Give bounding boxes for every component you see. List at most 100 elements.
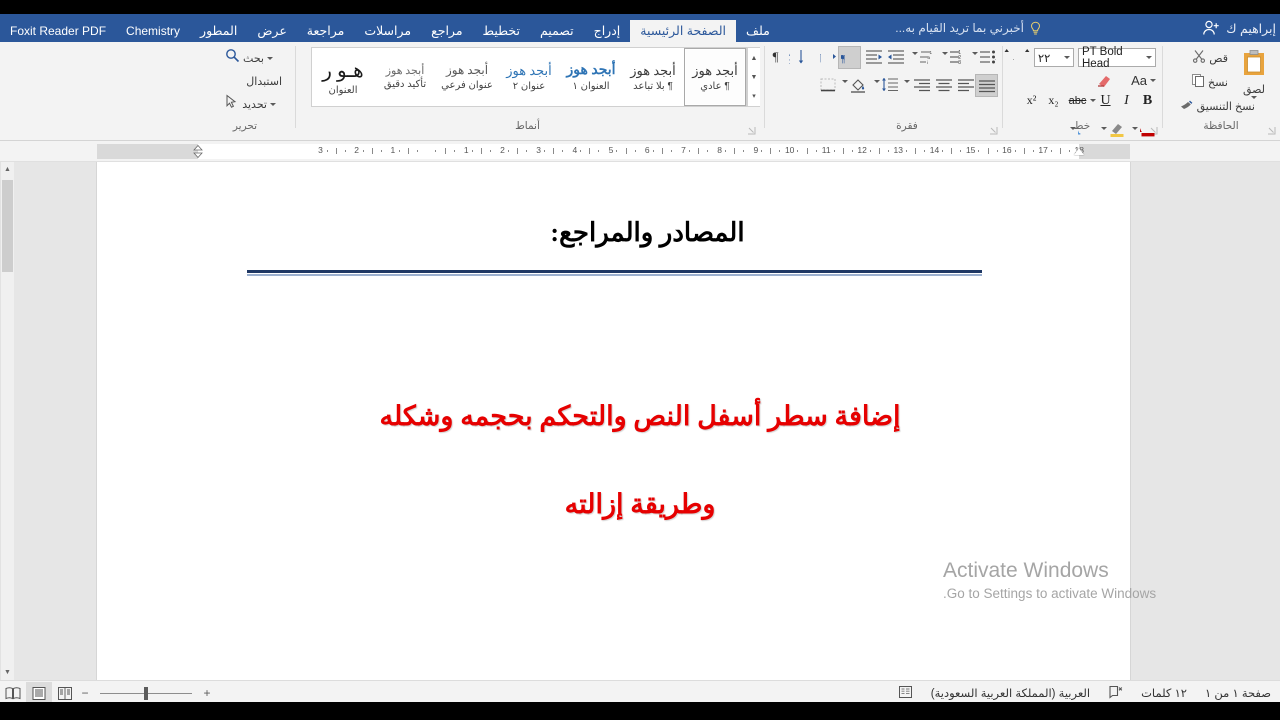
ribbon-tab-7[interactable]: مراجعة bbox=[297, 20, 355, 42]
sort-button[interactable]: AZ bbox=[787, 46, 808, 67]
ribbon-tab-2[interactable]: إدراج bbox=[584, 20, 631, 42]
accessibility-check-icon[interactable] bbox=[889, 685, 922, 702]
chevron-down-icon[interactable] bbox=[1090, 99, 1096, 102]
ltr-text-direction-button[interactable]: ¶ bbox=[818, 46, 839, 67]
find-button[interactable]: بحث bbox=[225, 48, 273, 68]
bold-button[interactable]: B bbox=[1137, 90, 1158, 111]
underline-button[interactable]: U bbox=[1095, 90, 1116, 111]
zoom-in-button[interactable]: + bbox=[200, 686, 214, 700]
styles-gallery-scroll[interactable]: ▲ ▼ ▾ bbox=[747, 47, 760, 107]
ribbon-tab-3[interactable]: تصميم bbox=[530, 20, 584, 42]
language-status[interactable]: العربية (المملكة العربية السعودية) bbox=[922, 686, 1099, 700]
ribbon-tab-6[interactable]: مراسلات bbox=[354, 20, 421, 42]
ribbon-tab-11[interactable]: Foxit Reader PDF bbox=[0, 20, 116, 42]
italic-button[interactable]: I bbox=[1116, 90, 1137, 111]
replace-button[interactable]: استبدال abac bbox=[219, 71, 282, 91]
text-effects-button[interactable]: A bbox=[1076, 118, 1097, 139]
first-line-indent-marker[interactable] bbox=[1074, 148, 1084, 155]
font-color-button[interactable]: A bbox=[1137, 118, 1158, 139]
zoom-slider-thumb[interactable] bbox=[144, 686, 148, 700]
show-formatting-marks-button[interactable]: ¶ bbox=[765, 46, 786, 67]
font-name-combo[interactable]: PT Bold Head bbox=[1078, 46, 1156, 70]
view-print-layout-button[interactable] bbox=[26, 682, 52, 702]
numbering-button[interactable]: 123 bbox=[947, 46, 968, 67]
ribbon-tab-0[interactable]: ملف bbox=[736, 20, 780, 42]
ribbon-tab-9[interactable]: المطور bbox=[190, 20, 247, 42]
chevron-down-icon[interactable] bbox=[912, 52, 918, 55]
styles-scroll-down[interactable]: ▼ bbox=[749, 69, 760, 85]
paragraph-dialog-launcher[interactable] bbox=[989, 122, 998, 135]
styles-dialog-launcher[interactable] bbox=[747, 122, 756, 135]
person-add-icon[interactable] bbox=[1202, 19, 1220, 37]
change-case-button[interactable]: Aa bbox=[1131, 73, 1156, 88]
account-area[interactable]: إبراهيم ك bbox=[1202, 14, 1276, 42]
page-number-status[interactable]: صفحة ١ من ١ bbox=[1196, 686, 1280, 700]
chevron-down-icon[interactable] bbox=[904, 80, 910, 83]
align-right-button[interactable] bbox=[911, 74, 932, 95]
zoom-out-button[interactable]: − bbox=[78, 686, 92, 700]
chevron-down-icon[interactable] bbox=[1132, 127, 1138, 130]
ribbon-tab-1[interactable]: الصفحة الرئيسية bbox=[630, 20, 736, 42]
style-item-6[interactable]: هـو ر العنوان bbox=[312, 48, 374, 106]
justify-button[interactable] bbox=[975, 74, 998, 97]
chevron-down-icon[interactable] bbox=[1070, 127, 1076, 130]
proofing-errors-icon[interactable] bbox=[1099, 685, 1132, 702]
font-size-combo[interactable]: ٢٢ bbox=[1034, 48, 1074, 67]
multilevel-list-button[interactable]: 1ai bbox=[917, 46, 938, 67]
ribbon-tab-4[interactable]: تخطيط bbox=[473, 20, 530, 42]
clipboard-dialog-launcher[interactable] bbox=[1267, 122, 1276, 135]
align-left-button[interactable] bbox=[955, 74, 976, 95]
ribbon-tab-10[interactable]: Chemistry bbox=[116, 20, 190, 42]
chevron-down-icon[interactable] bbox=[1150, 79, 1156, 82]
decrease-indent-button[interactable] bbox=[885, 46, 906, 67]
style-item-3[interactable]: أبجد هوز عنوان ٢ bbox=[498, 48, 560, 106]
horizontal-ruler[interactable]: 18 17 16 15 14 13 12 11 10 9 8 7 6 5 4 3 2 1 1 2 3 bbox=[97, 144, 1130, 159]
style-item-1[interactable]: أبجد هوز ¶ بلا تباعد bbox=[622, 48, 684, 106]
ribbon-tab-8[interactable]: عرض bbox=[247, 20, 296, 42]
format-painter-button[interactable]: نسخ التنسيق bbox=[1179, 97, 1255, 116]
borders-button[interactable] bbox=[817, 74, 838, 95]
chevron-down-icon[interactable] bbox=[1146, 56, 1152, 59]
shading-button[interactable] bbox=[847, 74, 868, 95]
chevron-down-icon[interactable] bbox=[1064, 56, 1070, 59]
scroll-up-button[interactable]: ▲ bbox=[1, 162, 14, 177]
bullets-button[interactable] bbox=[977, 46, 998, 67]
chevron-down-icon[interactable] bbox=[267, 56, 273, 60]
left-indent-marker[interactable] bbox=[193, 144, 203, 159]
style-item-0[interactable]: أبجد هوز ¶ عادي bbox=[684, 48, 746, 106]
chevron-down-icon[interactable] bbox=[874, 80, 880, 83]
tell-me-search[interactable]: أخبرني بما تريد القيام به... bbox=[895, 14, 1042, 42]
view-read-mode-button[interactable] bbox=[0, 682, 26, 702]
style-item-2[interactable]: أبجد هوز العنوان ١ bbox=[560, 48, 622, 106]
align-center-button[interactable] bbox=[933, 74, 954, 95]
scroll-down-button[interactable]: ▼ bbox=[1, 665, 14, 680]
chevron-down-icon[interactable] bbox=[972, 52, 978, 55]
paste-button[interactable]: لصق bbox=[1234, 48, 1274, 99]
select-button[interactable]: تحديد bbox=[225, 94, 276, 114]
chevron-down-icon[interactable] bbox=[270, 102, 276, 106]
vertical-scrollbar[interactable]: ▲ ▼ bbox=[0, 162, 14, 680]
copy-button[interactable]: نسخ bbox=[1191, 73, 1228, 92]
chevron-down-icon[interactable] bbox=[1101, 127, 1107, 130]
line-spacing-button[interactable] bbox=[879, 74, 900, 95]
word-count-status[interactable]: ١٢ كلمات bbox=[1132, 686, 1196, 700]
highlight-button[interactable] bbox=[1107, 118, 1128, 139]
rtl-text-direction-button[interactable]: ¶ bbox=[838, 46, 861, 69]
strikethrough-button[interactable]: abc bbox=[1067, 90, 1088, 111]
styles-gallery[interactable]: أبجد هوز ¶ عادي أبجد هوز ¶ بلا تباعد أبجد هو… bbox=[311, 47, 747, 107]
style-item-5[interactable]: أبجد هوز تأكيد دقيق bbox=[374, 48, 436, 106]
chevron-down-icon[interactable] bbox=[942, 52, 948, 55]
chevron-down-icon[interactable] bbox=[842, 80, 848, 83]
scrollbar-thumb[interactable] bbox=[2, 180, 13, 272]
ribbon-tab-5[interactable]: مراجع bbox=[421, 20, 472, 42]
style-item-4[interactable]: أبجد هوز عنوان فرعي bbox=[436, 48, 498, 106]
cut-button[interactable]: قص bbox=[1192, 49, 1228, 68]
styles-more-button[interactable]: ▾ bbox=[749, 88, 760, 104]
superscript-button[interactable]: x² bbox=[1021, 90, 1042, 111]
view-web-layout-button[interactable] bbox=[52, 682, 78, 702]
zoom-slider[interactable] bbox=[92, 682, 200, 702]
styles-scroll-up[interactable]: ▲ bbox=[749, 50, 760, 66]
increase-indent-button[interactable] bbox=[863, 46, 884, 67]
grow-font-button[interactable]: A bbox=[1005, 47, 1032, 68]
subscript-button[interactable]: x₂ bbox=[1043, 90, 1064, 111]
